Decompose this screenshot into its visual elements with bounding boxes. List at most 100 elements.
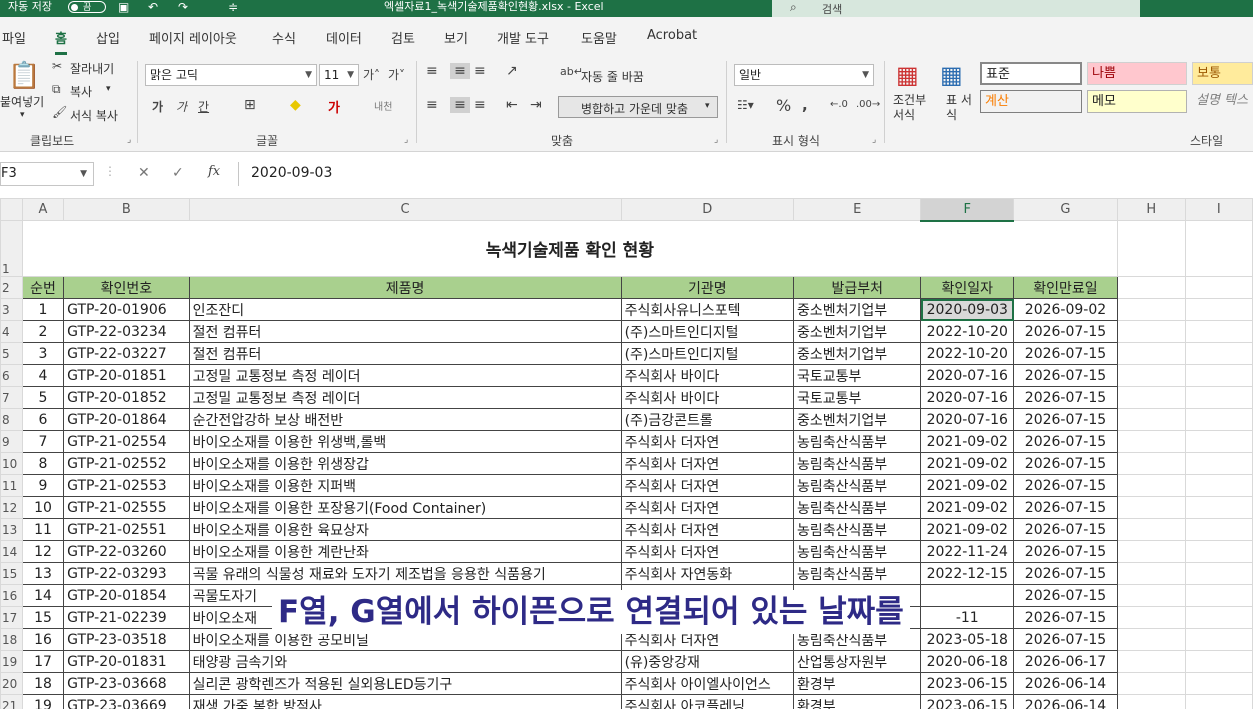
cell[interactable]: GTP-22-03260 xyxy=(63,540,190,563)
cell[interactable]: 2021-09-02 xyxy=(920,452,1015,475)
underline-icon[interactable]: 간 xyxy=(198,98,209,115)
style-explanatory[interactable]: 설명 텍스 xyxy=(1192,90,1253,113)
cell[interactable]: 19 xyxy=(21,694,65,709)
cell[interactable] xyxy=(1116,452,1186,475)
cell[interactable]: 곡물 유래의 식물성 재료와 도자기 제조법을 응용한 식품용기 xyxy=(188,562,622,585)
cell[interactable]: -11 xyxy=(920,606,1015,629)
cell[interactable] xyxy=(1116,496,1186,519)
cell[interactable]: 2026-07-15 xyxy=(1013,320,1118,343)
cell[interactable]: 16 xyxy=(21,628,65,651)
cell[interactable] xyxy=(1116,342,1186,365)
row-header[interactable]: 17 xyxy=(0,606,23,629)
tab-acrobat[interactable]: Acrobat xyxy=(647,28,697,43)
cell[interactable]: 2026-07-15 xyxy=(1013,518,1118,541)
cell[interactable]: 2026-07-15 xyxy=(1013,386,1118,409)
cell[interactable] xyxy=(1184,386,1253,409)
cell[interactable]: 농림축산식품부 xyxy=(792,474,922,497)
style-neutral[interactable]: 보통 xyxy=(1192,62,1253,85)
cell[interactable]: 2026-07-15 xyxy=(1013,562,1118,585)
cell[interactable]: GTP-22-03227 xyxy=(63,342,190,365)
tab-data[interactable]: 데이터 xyxy=(326,28,362,47)
paste-dropdown-icon[interactable]: ▾ xyxy=(20,110,25,120)
cell[interactable]: 2026-06-17 xyxy=(1013,650,1118,673)
comma-style-icon[interactable]: , xyxy=(802,96,808,114)
cell[interactable]: 6 xyxy=(21,408,65,431)
header-cell[interactable]: 제품명 xyxy=(188,276,622,299)
row-header[interactable]: 7 xyxy=(0,386,23,409)
cell[interactable]: 바이오소재를 이용한 위생장갑 xyxy=(188,452,622,475)
autosave-toggle[interactable]: 끔 xyxy=(68,1,106,13)
cell[interactable]: GTP-20-01864 xyxy=(63,408,190,431)
cell[interactable]: 주식회사유니스포텍 xyxy=(620,298,794,321)
cell[interactable]: 주식회사 바이다 xyxy=(620,364,794,387)
cell[interactable]: 14 xyxy=(21,584,65,607)
cell[interactable]: 주식회사 더자연 xyxy=(620,518,794,541)
cell[interactable]: 중소벤처기업부 xyxy=(792,408,922,431)
cell[interactable] xyxy=(1116,430,1186,453)
cell[interactable]: 10 xyxy=(21,496,65,519)
cell[interactable]: 환경부 xyxy=(792,672,922,695)
cell[interactable]: 농림축산식품부 xyxy=(792,540,922,563)
cell[interactable]: GTP-23-03518 xyxy=(63,628,190,651)
cell[interactable]: GTP-20-01831 xyxy=(63,650,190,673)
cell[interactable] xyxy=(1184,408,1253,431)
tab-formulas[interactable]: 수식 xyxy=(272,28,296,47)
cell[interactable]: 재생 가죽 복합 방적사 xyxy=(188,694,622,709)
header-cell[interactable]: 기관명 xyxy=(620,276,794,299)
cell[interactable]: 2022-11-24 xyxy=(920,540,1015,563)
row-header[interactable]: 21 xyxy=(0,694,23,709)
cell[interactable]: 국토교통부 xyxy=(792,386,922,409)
enter-icon[interactable]: ✓ xyxy=(172,165,184,181)
formula-input[interactable]: 2020-09-03 xyxy=(238,162,1253,186)
copy-dropdown-icon[interactable]: ▾ xyxy=(106,84,111,94)
cell[interactable] xyxy=(1184,342,1253,365)
cell[interactable]: 주식회사 자연동화 xyxy=(620,562,794,585)
cell[interactable]: 2026-07-15 xyxy=(1013,364,1118,387)
cell[interactable]: 바이오소재를 이용한 위생백,롤백 xyxy=(188,430,622,453)
cell[interactable] xyxy=(1116,606,1186,629)
cell[interactable]: 고정밀 교통정보 측정 레이더 xyxy=(188,386,622,409)
cell[interactable] xyxy=(920,584,1015,607)
cell[interactable]: 2026-06-14 xyxy=(1013,672,1118,695)
cell[interactable]: 주식회사 아코플레닝 xyxy=(620,694,794,709)
undo-icon[interactable]: ↶ xyxy=(148,0,158,14)
cell[interactable]: (주)스마트인디지털 xyxy=(620,342,794,365)
cell[interactable]: 환경부 xyxy=(792,694,922,709)
format-as-table-button[interactable]: 표 서식 xyxy=(946,93,972,123)
cell[interactable]: GTP-23-03669 xyxy=(63,694,190,709)
cell[interactable]: 17 xyxy=(21,650,65,673)
cell[interactable]: 3 xyxy=(21,342,65,365)
cell[interactable]: 2021-09-02 xyxy=(920,430,1015,453)
cell[interactable] xyxy=(1184,672,1253,695)
cell[interactable]: GTP-23-03668 xyxy=(63,672,190,695)
cancel-icon[interactable]: ✕ xyxy=(138,165,150,181)
cell[interactable]: 2022-12-15 xyxy=(920,562,1015,585)
increase-font-icon[interactable]: 가˄ xyxy=(363,66,380,83)
cut-icon[interactable]: ✂ xyxy=(52,59,62,73)
cell[interactable] xyxy=(1184,298,1253,321)
cell[interactable]: GTP-20-01854 xyxy=(63,584,190,607)
cell[interactable]: GTP-21-02554 xyxy=(63,430,190,453)
cell[interactable]: 순간전압강하 보상 배전반 xyxy=(188,408,622,431)
row-header[interactable]: 20 xyxy=(0,672,23,695)
cell[interactable]: 2026-07-15 xyxy=(1013,628,1118,651)
copy-icon[interactable]: ⧉ xyxy=(52,82,61,97)
cell[interactable] xyxy=(1116,584,1186,607)
phonetic-icon[interactable]: 내천 xyxy=(374,98,392,113)
cell[interactable]: 바이오소재를 이용한 지퍼백 xyxy=(188,474,622,497)
fill-color-icon[interactable]: ◆ xyxy=(290,97,301,113)
customize-toolbar-icon[interactable]: ≑ xyxy=(228,0,238,14)
align-center-icon[interactable]: ≡ xyxy=(450,97,470,113)
cell[interactable]: 주식회사 더자연 xyxy=(620,540,794,563)
cell[interactable]: 절전 컴퓨터 xyxy=(188,342,622,365)
header-cell[interactable]: 확인일자 xyxy=(920,276,1015,299)
align-middle-icon[interactable]: ≡ xyxy=(450,63,470,79)
cell[interactable]: 2022-10-20 xyxy=(920,342,1015,365)
cell[interactable] xyxy=(1116,386,1186,409)
column-header[interactable]: G xyxy=(1013,198,1118,221)
cell[interactable]: 2026-09-02 xyxy=(1013,298,1118,321)
cell[interactable]: 7 xyxy=(21,430,65,453)
row-header[interactable]: 14 xyxy=(0,540,23,563)
cell[interactable] xyxy=(1184,452,1253,475)
column-header[interactable]: H xyxy=(1116,198,1186,221)
